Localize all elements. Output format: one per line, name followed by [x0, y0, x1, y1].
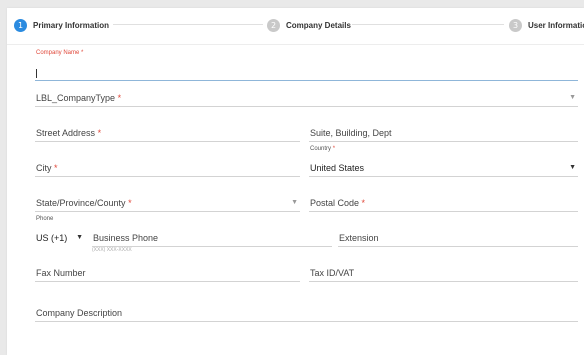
extension-field[interactable]: Extension: [338, 226, 578, 247]
street-address-label: Street Address *: [36, 128, 102, 138]
dropdown-arrow-icon: ▼: [291, 199, 298, 206]
text-cursor: [36, 69, 37, 78]
country-label: Country *: [310, 146, 336, 152]
suite-field[interactable]: Suite, Building, Dept: [309, 121, 578, 142]
business-phone-field[interactable]: Business Phone: [92, 226, 332, 247]
phone-code-value: US (+1): [36, 233, 68, 243]
step-label-company-details: Company Details: [286, 20, 351, 30]
dropdown-arrow-icon: ▼: [76, 234, 83, 241]
wizard-stepper: 1 Primary Information 2 Company Details …: [7, 8, 584, 45]
tax-id-label: Tax ID/VAT: [310, 268, 355, 278]
step-connector: [113, 24, 263, 25]
step-company-details[interactable]: 2 Company Details: [267, 17, 351, 33]
postal-code-field[interactable]: Postal Code *: [309, 191, 578, 212]
country-value: United States: [310, 163, 365, 173]
extension-label: Extension: [339, 233, 379, 243]
company-type-label: LBL_CompanyType *: [36, 93, 122, 103]
registration-form-panel: 1 Primary Information 2 Company Details …: [7, 8, 584, 355]
step-number-3: 3: [509, 18, 522, 32]
business-phone-label: Business Phone: [93, 233, 159, 243]
company-name-label: Company Name *: [36, 50, 84, 56]
dropdown-arrow-icon: ▼: [569, 164, 576, 171]
suite-label: Suite, Building, Dept: [310, 128, 392, 138]
street-address-field[interactable]: Street Address *: [35, 121, 300, 142]
fax-number-field[interactable]: Fax Number: [35, 261, 300, 282]
step-primary-information[interactable]: 1 Primary Information: [14, 17, 109, 33]
company-type-select[interactable]: LBL_CompanyType * ▼: [35, 86, 578, 107]
company-description-label: Company Description: [36, 308, 123, 318]
state-label: State/Province/County *: [36, 198, 132, 208]
step-user-information[interactable]: 3 User Informatio: [509, 17, 584, 33]
dropdown-arrow-icon: ▼: [569, 94, 576, 101]
step-label-user-information: User Informatio: [528, 20, 584, 30]
phone-country-code-select[interactable]: Phone US (+1) ▼: [35, 216, 83, 246]
fax-number-label: Fax Number: [36, 268, 86, 278]
step-label-primary-information: Primary Information: [33, 20, 110, 30]
step-number-1: 1: [14, 18, 27, 32]
step-connector: [352, 24, 504, 25]
phone-label: Phone: [36, 216, 54, 222]
city-field[interactable]: City *: [35, 156, 300, 177]
step-number-2: 2: [267, 18, 280, 32]
business-phone-format-hint: (XXX) XXX-XXXX: [92, 247, 132, 253]
company-name-field[interactable]: Company Name *: [35, 50, 578, 81]
city-label: City *: [36, 163, 58, 173]
postal-code-label: Postal Code *: [310, 198, 366, 208]
country-select[interactable]: Country * United States ▼: [309, 146, 578, 177]
company-description-field[interactable]: Company Description: [35, 301, 578, 322]
tax-id-field[interactable]: Tax ID/VAT: [309, 261, 578, 282]
state-select[interactable]: State/Province/County * ▼: [35, 191, 300, 212]
